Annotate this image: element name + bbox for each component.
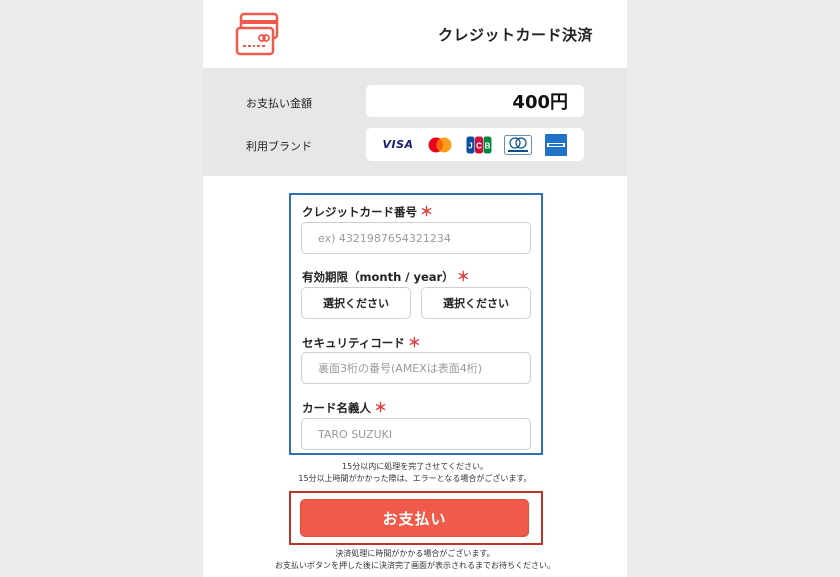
diners-club-logo [504,134,533,155]
amount-value: 400円 [512,92,568,113]
expiry-year-select[interactable]: 選択ください [421,287,531,319]
required-mark: ＊ [420,205,434,220]
card-number-input[interactable]: ex) 4321987654321234 [301,222,531,254]
credit-card-icon [235,12,279,56]
payment-summary: お支払い金額 400円 利用ブランド VISA J C B [203,68,627,176]
required-mark: ＊ [407,336,421,351]
brands-label: 利用ブランド [246,140,312,153]
amount-label: お支払い金額 [246,97,312,110]
expiry-month-select[interactable]: 選択ください [301,287,411,319]
card-holder-label: カード名義人＊ [302,401,388,416]
required-mark: ＊ [374,401,388,416]
page-title: クレジットカード決済 [437,26,593,44]
required-mark: ＊ [456,270,470,285]
jcb-logo: J C B [466,136,491,153]
svg-text:B: B [484,141,490,150]
card-form: クレジットカード番号＊ ex) 4321987654321234 有効期限（mo… [289,193,543,455]
card-number-label: クレジットカード番号＊ [302,205,434,220]
time-limit-note-2: 15分以上時間がかかった際は、エラーとなる場合がございます。 [298,474,532,483]
payment-panel: クレジットカード決済 お支払い金額 400円 利用ブランド VISA J C B [203,0,627,577]
american-express-logo [545,133,568,156]
mastercard-logo [428,137,452,152]
pay-button[interactable]: お支払い [300,499,529,537]
header: クレジットカード決済 [203,0,627,68]
visa-logo: VISA [382,138,414,151]
expiry-label: 有効期限（month / year）＊ [302,270,470,285]
processing-note-2: お支払いボタンを押した後に決済完了画面が表示されるまでお待ちください。 [275,561,555,570]
svg-text:J: J [468,141,472,150]
processing-note-1: 決済処理に時間がかかる場合がございます。 [335,549,495,558]
security-code-label: セキュリティコード＊ [302,336,421,351]
card-brands: VISA J C B [366,128,584,161]
security-code-input[interactable]: 裏面3桁の番号(AMEXは表面4桁) [301,352,531,384]
svg-text:C: C [476,141,482,150]
time-limit-note-1: 15分以内に処理を完了させてください。 [342,462,488,471]
card-holder-input[interactable]: TARO SUZUKI [301,418,531,450]
amount-display: 400円 [366,85,584,117]
